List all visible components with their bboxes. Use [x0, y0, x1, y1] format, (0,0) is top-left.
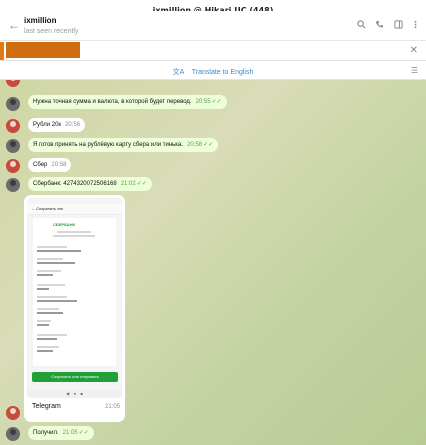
message-time: 20:56	[65, 122, 81, 128]
receipt-title: Сохранить чек	[36, 206, 64, 211]
receipt-line	[37, 324, 49, 326]
message-text: Сбербанк: 4274320072506168	[33, 181, 117, 187]
receipt-line	[37, 300, 77, 302]
receipt-line	[37, 312, 63, 314]
receipt-line	[37, 274, 53, 276]
receipt-line	[37, 250, 81, 252]
avatar[interactable]	[6, 80, 20, 87]
message-time: 21:02	[120, 181, 136, 187]
message-text: Telegram	[32, 403, 61, 410]
chat-name[interactable]: ixmillion	[24, 16, 56, 25]
sber-logo: СБЕРБАНК	[53, 222, 76, 227]
message-text: Нужна точная сумма и валюта, в которой б…	[33, 99, 192, 105]
pinned-accent	[0, 42, 4, 60]
message-time: 20:58	[51, 162, 67, 168]
search-icon[interactable]	[356, 20, 366, 30]
message-text: Сбер	[33, 162, 48, 168]
chat-status: last seen recently	[24, 28, 79, 35]
phone-nav-bar: ◀ ● ■	[27, 390, 122, 398]
avatar[interactable]	[6, 427, 20, 441]
photo-message[interactable]: ← Сохранить чек СБЕРБАНК Сохранить или о…	[24, 195, 125, 422]
receipt-line	[37, 320, 51, 322]
translate-label[interactable]: Translate to English	[192, 69, 254, 76]
more-icon[interactable]	[410, 20, 420, 30]
avatar[interactable]	[6, 119, 20, 133]
receipt-line	[57, 231, 91, 233]
receipt-header: ← Сохранить чек	[27, 204, 122, 215]
message-bubble[interactable]: Нужна точная сумма и валюта, в которой б…	[28, 95, 227, 109]
message-time: 21:05	[104, 404, 120, 410]
message-text: Получил.	[33, 430, 59, 436]
receipt-line	[37, 288, 49, 290]
translate-settings-icon[interactable]: ☰	[411, 66, 418, 75]
receipt-line	[37, 262, 75, 264]
read-check-icon: ✓✓	[211, 99, 222, 105]
read-check-icon: ✓✓	[203, 142, 214, 148]
message-bubble[interactable]: Я готов принять на рублёвую карту сбера …	[28, 138, 219, 152]
message-text: Рубли 20к	[33, 122, 62, 128]
message-bubble[interactable]: Сбербанк: 4274320072506168 21:02✓✓	[28, 177, 152, 191]
phone-icon[interactable]	[374, 20, 384, 30]
message-bubble[interactable]: Сбер 20:58	[28, 158, 72, 172]
avatar[interactable]	[6, 97, 20, 111]
message-time: 20:58	[187, 142, 203, 148]
receipt-line	[37, 284, 65, 286]
receipt-line	[37, 338, 57, 340]
avatar[interactable]	[6, 159, 20, 173]
receipt-line	[53, 235, 95, 237]
read-check-icon: ✓✓	[78, 430, 89, 436]
redacted-block	[6, 42, 80, 58]
message-time: 20:55	[195, 99, 211, 105]
receipt-line	[37, 334, 67, 336]
receipt-body: СБЕРБАНК	[33, 218, 116, 366]
sidebar-icon[interactable]	[393, 20, 403, 30]
message-bubble[interactable]: Рубли 20к 20:56	[28, 118, 86, 132]
receipt-line	[37, 350, 53, 352]
window-titlebar: ixmillion @ Hikari UC (448)	[0, 0, 426, 15]
message-bubble[interactable]: Получил. 21:05✓✓	[28, 426, 94, 440]
pinned-bar[interactable]: ✕	[0, 41, 426, 61]
back-arrow-icon[interactable]: ←	[8, 19, 20, 31]
avatar[interactable]	[6, 139, 20, 153]
receipt-line	[37, 246, 67, 248]
receipt-line	[37, 270, 61, 272]
save-receipt-button[interactable]: Сохранить или отправить	[32, 372, 118, 382]
chat-header: ← ixmillion last seen recently	[0, 11, 426, 41]
translate-icon: 文A	[172, 69, 185, 76]
avatar[interactable]	[6, 178, 20, 192]
chat-area[interactable]: Нужна точная сумма и валюта, в которой б…	[0, 80, 426, 445]
read-check-icon: ✓✓	[136, 181, 147, 187]
receipt-screenshot[interactable]: ← Сохранить чек СБЕРБАНК Сохранить или о…	[27, 198, 122, 398]
message-text: Я готов принять на рублёвую карту сбера …	[33, 142, 184, 148]
receipt-line	[37, 258, 63, 260]
receipt-line	[37, 308, 59, 310]
close-icon[interactable]: ✕	[410, 45, 418, 56]
translate-bar[interactable]: 文A Translate to English ☰	[0, 61, 426, 80]
receipt-line	[37, 346, 59, 348]
avatar[interactable]	[6, 406, 20, 420]
receipt-line	[37, 296, 67, 298]
message-time: 21:05	[62, 430, 78, 436]
